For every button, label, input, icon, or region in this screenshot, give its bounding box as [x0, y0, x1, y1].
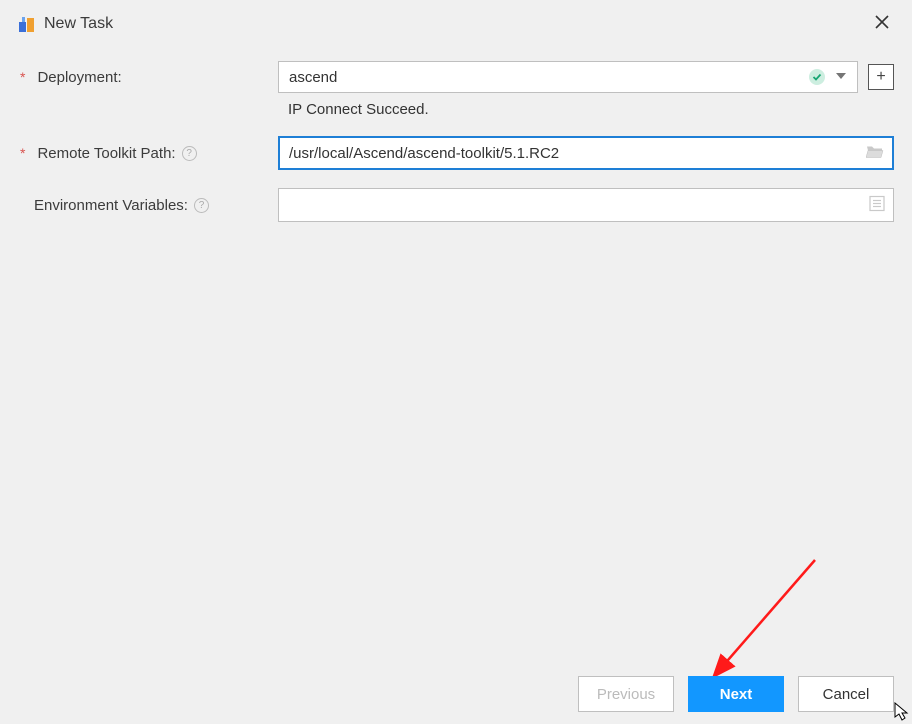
- previous-button[interactable]: Previous: [578, 676, 674, 712]
- close-icon: [874, 14, 890, 30]
- toolkit-input-wrap: [278, 136, 894, 170]
- close-button[interactable]: [870, 10, 894, 37]
- label-toolkit: * Remote Toolkit Path: ?: [18, 145, 278, 162]
- field-env: [278, 188, 894, 222]
- annotation-arrow: [700, 550, 830, 690]
- cancel-button[interactable]: Cancel: [798, 676, 894, 712]
- row-deployment-status: IP Connect Succeed.: [18, 101, 894, 118]
- title-left: New Task: [18, 15, 113, 33]
- help-icon[interactable]: ?: [194, 198, 209, 213]
- next-button[interactable]: Next: [688, 676, 784, 712]
- required-marker: *: [20, 69, 25, 85]
- chevron-down-icon: [835, 69, 847, 85]
- env-input-wrap: [278, 188, 894, 222]
- deployment-select[interactable]: ascend: [278, 61, 858, 93]
- add-deployment-button[interactable]: +: [868, 64, 894, 90]
- window-title: New Task: [44, 15, 113, 33]
- field-deployment: ascend +: [278, 61, 894, 93]
- titlebar: New Task: [0, 0, 912, 51]
- list-icon[interactable]: [869, 196, 885, 215]
- help-icon[interactable]: ?: [182, 146, 197, 161]
- dialog-new-task: New Task * Deployment: ascend: [0, 0, 912, 724]
- deployment-status: IP Connect Succeed.: [278, 101, 894, 118]
- label-env: Environment Variables: ?: [18, 197, 278, 214]
- field-toolkit: [278, 136, 894, 170]
- cursor-icon: [894, 702, 910, 722]
- form-area: * Deployment: ascend: [0, 51, 912, 222]
- row-deployment: * Deployment: ascend: [18, 61, 894, 93]
- required-marker: *: [20, 145, 25, 161]
- toolkit-label-text: Remote Toolkit Path:: [37, 145, 175, 162]
- env-vars-input[interactable]: [289, 189, 859, 221]
- row-env-vars: Environment Variables: ?: [18, 188, 894, 222]
- row-toolkit-path: * Remote Toolkit Path: ?: [18, 136, 894, 170]
- toolkit-path-input[interactable]: [289, 138, 859, 168]
- dialog-footer: Previous Next Cancel: [578, 676, 894, 712]
- deployment-value: ascend: [289, 69, 801, 86]
- folder-open-icon[interactable]: [866, 144, 884, 163]
- check-icon: [809, 69, 825, 85]
- app-icon: [18, 15, 36, 33]
- deployment-label-text: Deployment:: [37, 69, 121, 86]
- label-deployment: * Deployment:: [18, 69, 278, 86]
- env-label-text: Environment Variables:: [34, 197, 188, 214]
